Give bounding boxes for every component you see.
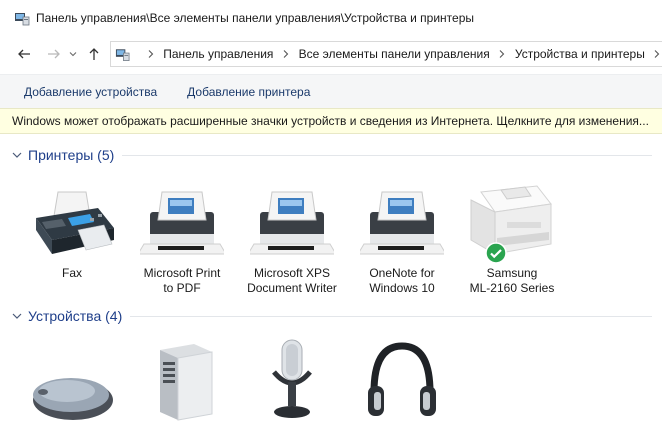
printer-icon	[354, 180, 450, 258]
add-device-button[interactable]: Добавление устройства	[24, 85, 157, 99]
recent-locations-button[interactable]	[66, 42, 80, 66]
printer-label: Microsoft Print to PDF	[143, 266, 221, 295]
device-item-computer[interactable]	[134, 340, 230, 422]
breadcrumb-all-items[interactable]: Все элементы панели управления	[299, 47, 490, 61]
address-bar[interactable]: Панель управления Все элементы панели уп…	[110, 41, 662, 67]
breadcrumb-control-panel[interactable]: Панель управления	[163, 47, 273, 61]
laser-printer-icon	[464, 180, 560, 264]
navigation-bar: Панель управления Все элементы панели уп…	[0, 36, 662, 72]
printer-item-xps-writer[interactable]: Microsoft XPS Document Writer	[244, 180, 340, 296]
printer-item-fax[interactable]: Fax	[24, 180, 120, 281]
printer-label: OneNote for Windows 10	[369, 266, 435, 295]
breadcrumb-chevron-icon[interactable]	[651, 47, 662, 61]
printer-item-print-to-pdf[interactable]: Microsoft Print to PDF	[134, 180, 230, 296]
printer-label: Samsung ML-2160 Series	[469, 266, 555, 295]
info-bar[interactable]: Windows может отображать расширенные зна…	[0, 108, 662, 134]
device-item-headphones[interactable]	[354, 340, 450, 422]
breadcrumb-chevron-icon[interactable]	[144, 47, 157, 61]
computer-tower-icon	[134, 340, 230, 422]
printer-icon	[134, 180, 230, 258]
printer-label: Fax	[61, 266, 82, 280]
chevron-down-icon	[69, 52, 77, 57]
microphone-icon	[244, 339, 340, 422]
arrow-left-icon	[18, 49, 30, 59]
arrow-up-icon	[89, 48, 99, 60]
devices-group-header[interactable]: Устройства (4)	[10, 305, 662, 327]
arrow-right-icon	[48, 49, 60, 59]
printer-icon	[244, 180, 340, 258]
breadcrumb-devices-printers[interactable]: Устройства и принтеры	[515, 47, 645, 61]
printers-group-title: Принтеры (5)	[28, 147, 115, 163]
headphones-icon	[354, 340, 450, 422]
forward-button[interactable]	[42, 42, 66, 66]
devices-and-printers-icon	[115, 49, 130, 61]
chevron-down-icon[interactable]	[10, 148, 24, 162]
breadcrumb-chevron-icon[interactable]	[496, 47, 509, 61]
printer-item-onenote[interactable]: OneNote for Windows 10	[354, 180, 450, 296]
fax-icon	[24, 180, 120, 258]
mouse-icon	[24, 340, 120, 422]
group-divider	[122, 154, 652, 156]
up-button[interactable]	[82, 42, 106, 66]
devices-group-title: Устройства (4)	[28, 308, 123, 324]
command-bar: Добавление устройства Добавление принтер…	[0, 74, 662, 108]
title-bar: Панель управления\Все элементы панели уп…	[0, 0, 662, 36]
device-item-mouse[interactable]	[24, 340, 120, 422]
breadcrumb-chevron-icon[interactable]	[279, 47, 292, 61]
add-printer-button[interactable]: Добавление принтера	[187, 85, 310, 99]
back-button[interactable]	[12, 42, 36, 66]
devices-and-printers-icon	[15, 13, 30, 26]
printer-item-samsung[interactable]: Samsung ML-2160 Series	[464, 180, 560, 296]
printers-group-header[interactable]: Принтеры (5)	[10, 144, 662, 166]
default-printer-check-icon	[485, 242, 507, 264]
group-divider	[130, 315, 652, 317]
chevron-down-icon[interactable]	[10, 309, 24, 323]
device-item-microphone[interactable]	[244, 339, 340, 422]
window-title: Панель управления\Все элементы панели уп…	[36, 11, 475, 25]
printer-label: Microsoft XPS Document Writer	[247, 266, 337, 295]
